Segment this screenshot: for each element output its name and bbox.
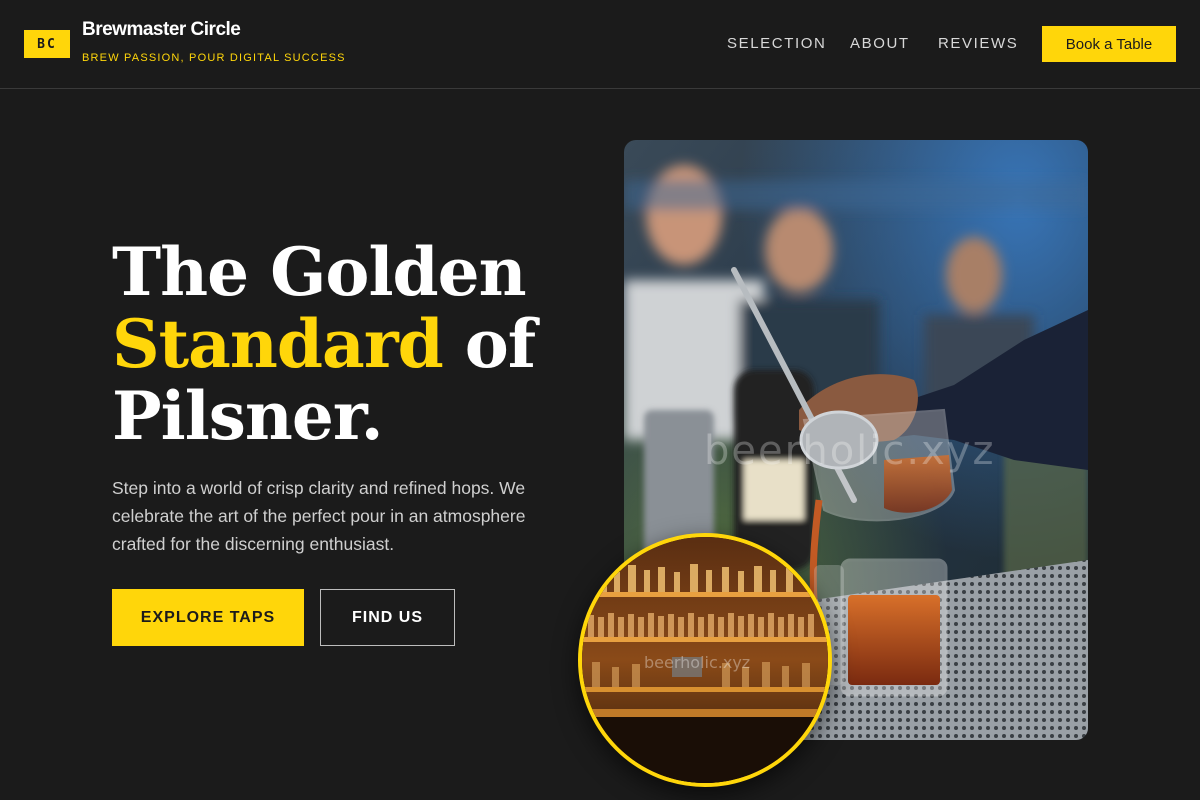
photo-watermark: beerholic.xyz bbox=[704, 428, 996, 474]
brand-name[interactable]: Brewmaster Circle bbox=[82, 19, 241, 41]
hero-title-of: of bbox=[464, 305, 536, 383]
hero-description: Step into a world of crisp clarity and r… bbox=[112, 478, 526, 554]
hero-title: The Golden Standard of Pilsner. bbox=[112, 236, 592, 452]
nav-reviews[interactable]: REVIEWS bbox=[938, 35, 1018, 52]
hero-title-line3: Pilsner. bbox=[112, 377, 384, 455]
brand-tagline: BREW PASSION, POUR DIGITAL SUCCESS bbox=[82, 52, 346, 64]
site-header: BC Brewmaster Circle BREW PASSION, POUR … bbox=[0, 0, 1200, 89]
nav-selection[interactable]: SELECTION bbox=[727, 35, 826, 52]
logo-badge[interactable]: BC bbox=[24, 30, 70, 58]
hero-title-accent: Standard bbox=[112, 305, 444, 383]
explore-taps-button[interactable]: EXPLORE TAPS bbox=[112, 589, 304, 646]
nav-about[interactable]: ABOUT bbox=[850, 35, 910, 52]
inset-watermark: beerholic.xyz bbox=[644, 653, 751, 672]
book-table-button[interactable]: Book a Table bbox=[1042, 26, 1176, 62]
find-us-button[interactable]: FIND US bbox=[320, 589, 455, 646]
hero-title-line1: The Golden bbox=[112, 233, 527, 311]
bar-shelves-photo: beerholic.xyz bbox=[578, 533, 832, 787]
